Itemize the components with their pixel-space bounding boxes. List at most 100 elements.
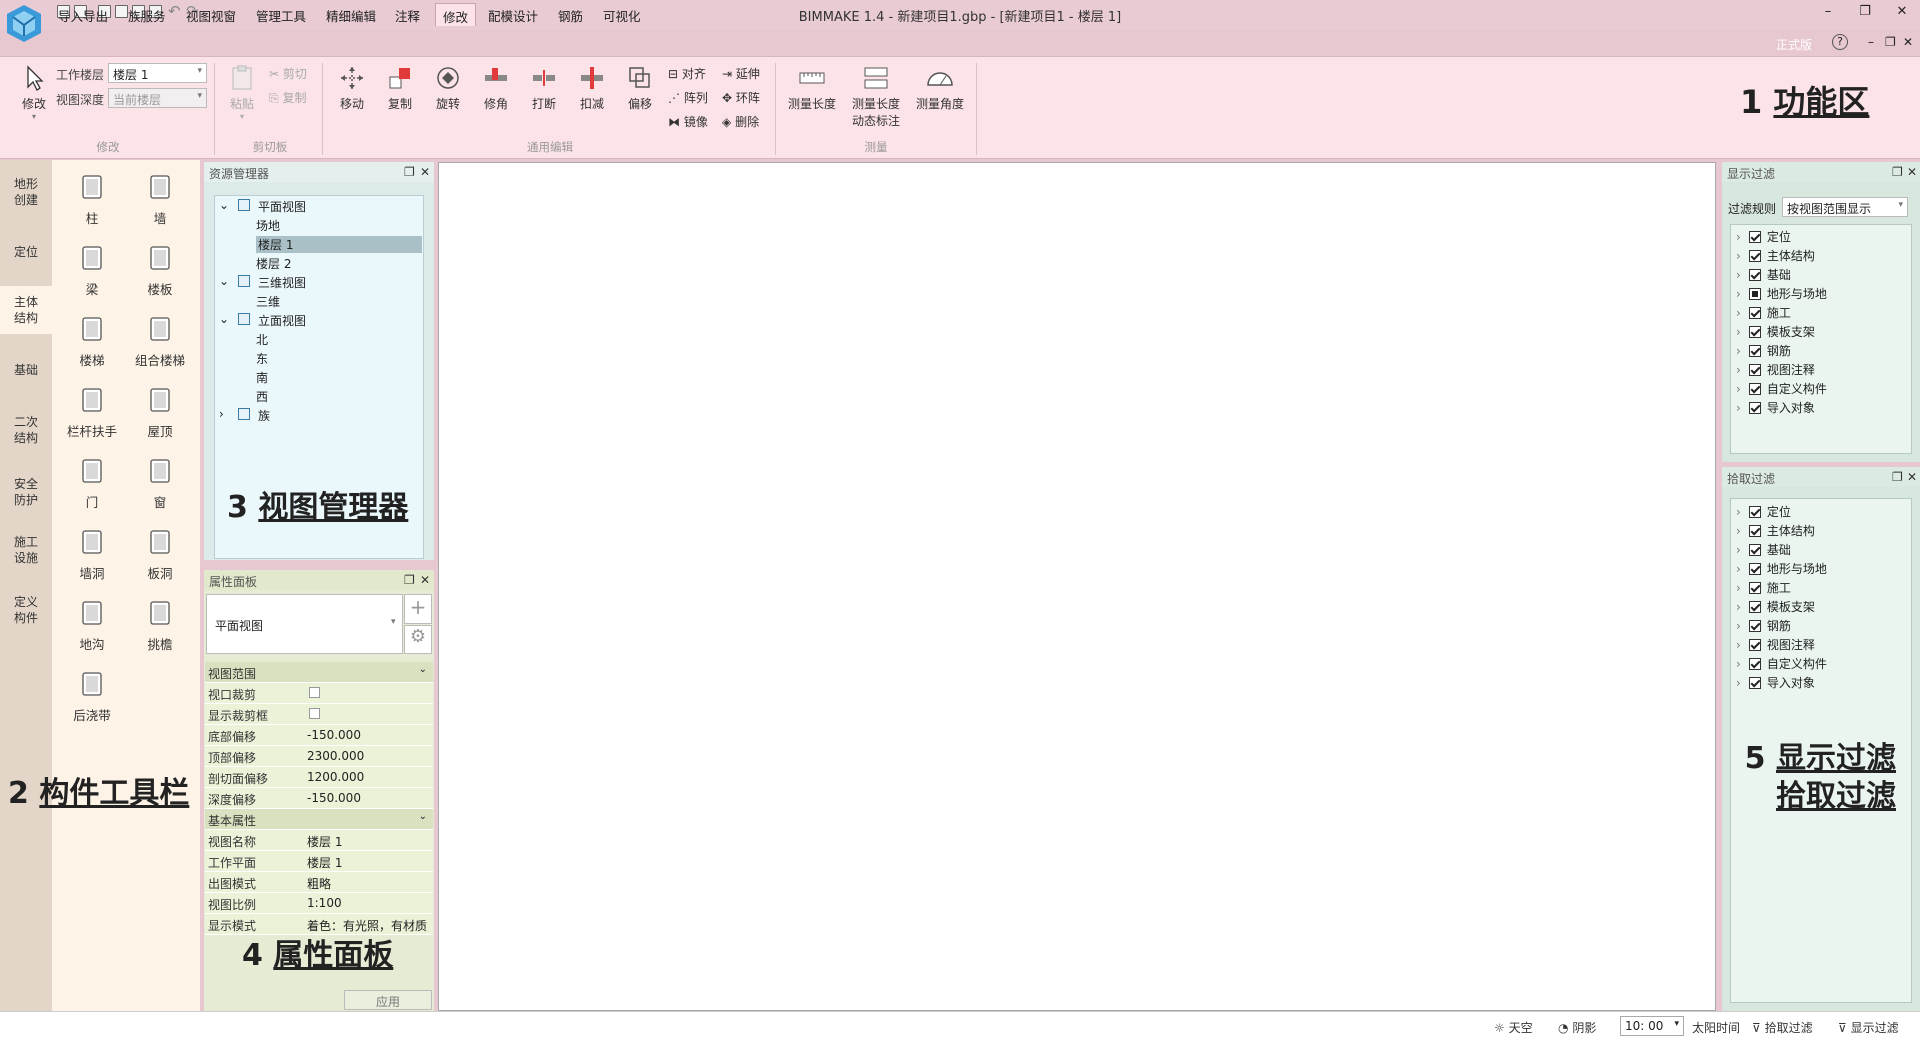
array-button[interactable]: ⋰ 阵列 [668,89,708,106]
filter-item[interactable]: › 导入对象 [1736,399,1815,416]
filter-item[interactable]: › 主体结构 [1736,522,1815,539]
align-button[interactable]: ⊟ 对齐 [668,65,706,82]
dock-icon[interactable]: ❐ [404,165,415,179]
tool-slab-opening[interactable]: 板洞 [128,527,192,582]
filter-checkbox[interactable] [1748,307,1761,319]
close-icon[interactable]: ✕ [420,573,430,587]
close-icon[interactable]: ✕ [1892,4,1912,19]
offset-button[interactable]: 偏移 [622,65,658,112]
close-icon[interactable]: ✕ [1907,470,1917,484]
filter-item[interactable]: › 自定义构件 [1736,380,1827,397]
type-selector[interactable]: 平面视图 ▾ [206,594,403,654]
tool-stair[interactable]: 楼梯 [60,314,124,369]
expand-toggle-icon[interactable]: ⌄ [219,312,229,326]
filter-item[interactable]: › 定位 [1736,503,1791,520]
display-filter-toggle[interactable]: ⊽ 显示过滤 [1838,1019,1899,1036]
filter-item[interactable]: › 地形与场地 [1736,560,1827,577]
filter-checkbox[interactable] [1748,544,1761,556]
category-item[interactable]: 施工 设施 [0,526,52,574]
work-floor-select[interactable]: 楼层 1 ▾ [108,63,207,83]
tool-post-pour-strip[interactable]: 后浇带 [60,669,124,724]
filter-item[interactable]: › 视图注释 [1736,636,1815,653]
property-section[interactable]: 基本属性 ⌄ [205,809,433,830]
tool-eave[interactable]: 挑檐 [128,598,192,653]
filter-checkbox[interactable] [1748,658,1761,670]
ring-array-button[interactable]: ✥ 环阵 [722,89,760,106]
filter-item[interactable]: › 导入对象 [1736,674,1815,691]
view-depth-select[interactable]: 当前楼层 ▾ [108,88,207,108]
break-button[interactable]: 打断 [526,65,562,112]
tool-railing[interactable]: 栏杆扶手 [60,385,124,440]
filter-rule-select[interactable]: 按视图范围显示 ▾ [1782,197,1908,217]
tree-node[interactable]: 三维视图 [258,274,306,291]
filter-checkbox[interactable] [1748,601,1761,613]
filter-checkbox[interactable] [1748,364,1761,376]
copy-small-button[interactable]: ⎘ 复制 [269,89,306,106]
filter-item[interactable]: › 地形与场地 [1736,285,1827,302]
tree-node[interactable]: 立面视图 [258,312,306,329]
filter-checkbox[interactable] [1748,525,1761,537]
filter-item[interactable]: › 基础 [1736,541,1791,558]
category-item[interactable]: 二次 结构 [0,406,52,454]
filter-checkbox[interactable] [1748,402,1761,414]
drawing-canvas[interactable] [438,162,1716,1011]
tree-node[interactable]: 西 [256,388,268,405]
category-item[interactable]: 定位 [0,236,52,268]
close-icon[interactable]: ✕ [1907,165,1917,179]
modify-button[interactable]: 修改 ▾ [16,65,52,121]
tool-slab[interactable]: 楼板 [128,243,192,298]
menu-item[interactable]: 导入导出 [58,6,108,25]
tree-node[interactable]: 东 [256,350,268,367]
shadow-toggle[interactable]: ◔ 阴影 [1558,1019,1596,1036]
tool-stair[interactable]: 组合楼梯 [128,314,192,369]
menu-item[interactable]: 注释 [395,6,420,25]
tool-window[interactable]: 窗 [128,456,192,511]
menu-item[interactable]: 修改 [435,3,477,26]
filter-item[interactable]: › 视图注释 [1736,361,1815,378]
trim-button[interactable]: 修角 [478,65,514,112]
property-row[interactable]: 视图名称 楼层 1 [205,830,433,851]
filter-checkbox[interactable] [1748,345,1761,357]
property-section[interactable]: 视图范围 ⌄ [205,662,433,683]
paste-button[interactable]: 粘贴 ▾ [224,65,260,121]
pick-filter-toggle[interactable]: ⊽ 拾取过滤 [1752,1019,1813,1036]
restore-icon[interactable]: ❐ [1855,4,1875,19]
measure-length-button[interactable]: 测量长度 [786,65,838,112]
property-row[interactable]: 深度偏移 -150.000 [205,788,433,809]
filter-item[interactable]: › 主体结构 [1736,247,1815,264]
minimize-icon[interactable]: – [1818,4,1838,19]
filter-item[interactable]: › 定位 [1736,228,1791,245]
tree-node[interactable]: 平面视图 [258,198,306,215]
property-row[interactable]: 视图比例 1:100 [205,893,433,914]
time-input[interactable]: 10: 00 ▾ [1620,1016,1684,1036]
category-item[interactable]: 安全 防护 [0,468,52,516]
property-row[interactable]: 出图模式 粗略 [205,872,433,893]
settings-icon[interactable]: ⚙ [404,625,432,654]
tree-node[interactable]: 南 [256,369,268,386]
move-button[interactable]: 移动 [334,65,370,112]
tree-node[interactable]: 楼层 1 [256,236,422,253]
category-item[interactable]: 主体 结构 [0,286,52,334]
tool-beam[interactable]: 梁 [60,243,124,298]
expand-toggle-icon[interactable]: ⌄ [219,198,229,212]
menu-item[interactable]: 可视化 [603,6,641,25]
filter-item[interactable]: › 钢筋 [1736,342,1791,359]
property-row[interactable]: 剖切面偏移 1200.000 [205,767,433,788]
expand-toggle-icon[interactable]: ⌄ [219,274,229,288]
filter-item[interactable]: › 自定义构件 [1736,655,1827,672]
filter-checkbox[interactable] [1748,639,1761,651]
dock-icon[interactable]: ❐ [1892,165,1903,179]
dock-icon[interactable]: ❐ [404,573,415,587]
measure-angle-button[interactable]: 测量角度 [914,65,966,112]
filter-checkbox[interactable] [1748,506,1761,518]
property-row[interactable]: 顶部偏移 2300.000 [205,746,433,767]
measure-dynamic-button[interactable]: 测量长度 动态标注 [848,65,904,129]
filter-checkbox[interactable] [1748,231,1761,243]
filter-checkbox[interactable] [1748,288,1761,300]
menu-item[interactable]: 钢筋 [558,6,583,25]
category-item[interactable]: 基础 [0,354,52,386]
apply-button[interactable]: 应用 [344,990,432,1010]
filter-checkbox[interactable] [1748,250,1761,262]
filter-item[interactable]: › 模板支架 [1736,323,1815,340]
filter-checkbox[interactable] [1748,326,1761,338]
